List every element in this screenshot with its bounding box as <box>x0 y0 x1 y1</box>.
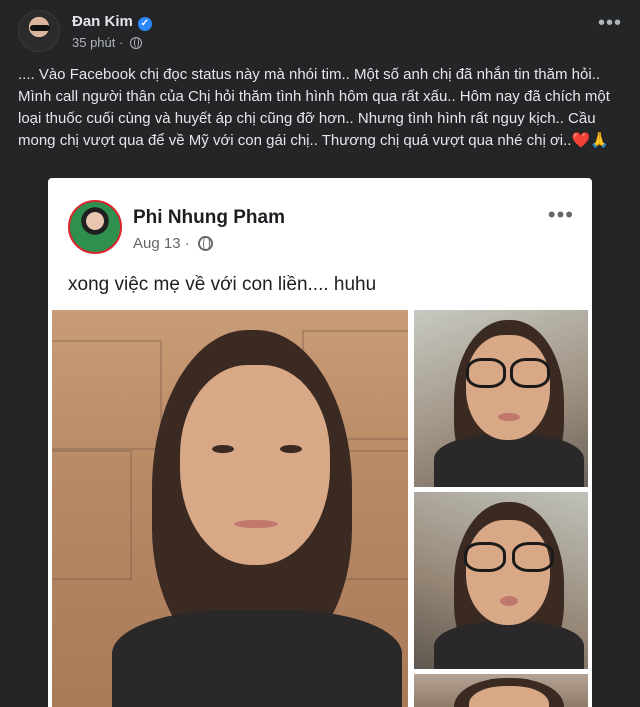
shared-post-body: xong việc mẹ về với con liền.... huhu <box>68 274 377 295</box>
shared-author-avatar[interactable] <box>68 200 122 254</box>
more-options-icon[interactable]: ••• <box>598 13 622 33</box>
photo-thumb-2[interactable] <box>414 492 588 669</box>
facebook-post: Đan Kim ✓ 35 phút · ••• .... Vào Facebook… <box>0 0 640 707</box>
shared-post-date[interactable]: Aug 13 <box>133 235 181 252</box>
author-avatar[interactable] <box>18 10 60 52</box>
globe-icon <box>129 37 142 49</box>
post-meta: 35 phút · <box>72 35 142 50</box>
photo-thumb-3[interactable] <box>414 674 588 707</box>
shared-post-card[interactable]: Phi Nhung Pham Aug 13 · ••• xong việc mẹ… <box>48 178 592 707</box>
post-header: Đan Kim ✓ 35 phút · ••• <box>18 10 626 56</box>
shared-post-header: Phi Nhung Pham Aug 13 · ••• <box>68 200 574 256</box>
author-name[interactable]: Đan Kim <box>72 13 133 30</box>
post-time[interactable]: 35 phút <box>72 35 115 50</box>
shared-post-meta: Aug 13 · <box>133 235 213 252</box>
post-body: .... Vào Facebook chị đọc status này mà … <box>18 66 610 149</box>
more-options-icon[interactable]: ••• <box>548 204 574 226</box>
photo-thumb-1[interactable] <box>414 310 588 487</box>
author-name-row: Đan Kim ✓ <box>72 13 152 31</box>
shared-author-name[interactable]: Phi Nhung Pham <box>133 207 285 229</box>
photo-main[interactable] <box>52 310 408 707</box>
globe-icon <box>197 236 213 251</box>
verified-badge-icon: ✓ <box>137 17 152 31</box>
